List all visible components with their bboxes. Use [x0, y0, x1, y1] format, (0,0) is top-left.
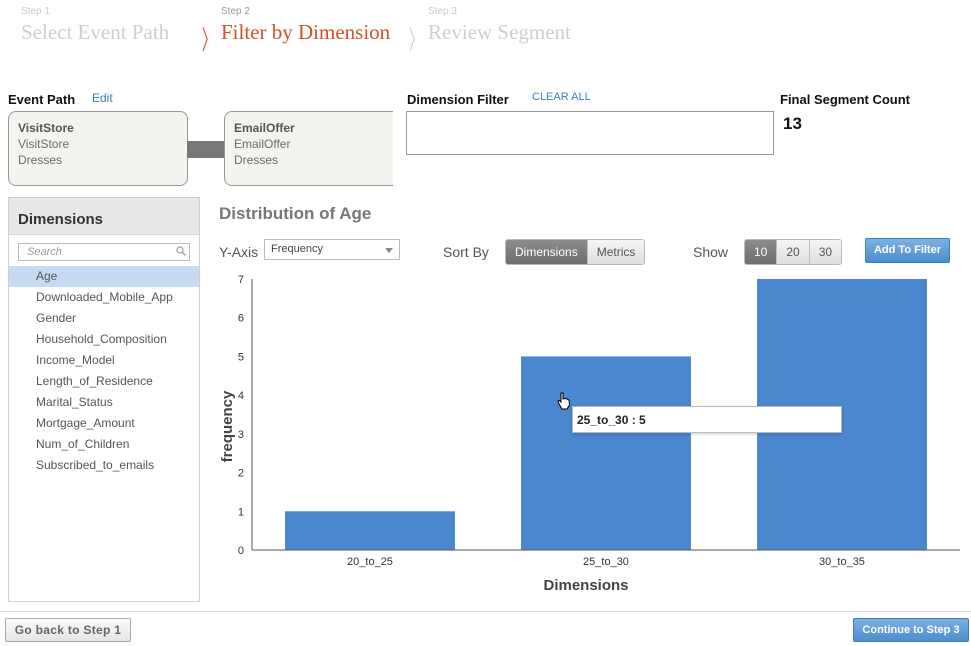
final-segment-count-label: Final Segment Count: [780, 92, 910, 107]
hand-cursor-icon: [557, 392, 571, 410]
step-2-number: Step 2: [221, 6, 250, 17]
dimensions-sidebar: Dimensions Search Age Downloaded_Mobile_A…: [8, 197, 200, 602]
event-path-edit-link[interactable]: Edit: [92, 91, 113, 105]
dimension-item[interactable]: Income_Model: [9, 350, 199, 371]
event-card-type: VisitStore: [18, 137, 70, 151]
y-tick-label: 7: [238, 274, 244, 286]
show-20-button[interactable]: 20: [776, 240, 809, 264]
y-axis-select[interactable]: Frequency: [264, 239, 400, 260]
y-tick-label: 3: [238, 429, 244, 441]
sidebar-title: Dimensions: [9, 198, 199, 235]
step-chevron-2: 〉: [408, 26, 424, 56]
sort-by-toggle: Dimensions Metrics: [505, 239, 646, 265]
search-icon[interactable]: [176, 246, 186, 256]
event-path-clip: [393, 108, 401, 190]
dimension-item[interactable]: Marital_Status: [9, 392, 199, 413]
dimension-item[interactable]: Age: [9, 266, 199, 287]
dimension-filter-label: Dimension Filter: [407, 92, 509, 107]
event-card-emailoffer[interactable]: EmailOffer EmailOffer Dresses: [224, 111, 399, 186]
event-card-category: Dresses: [234, 153, 279, 167]
dimension-search-input[interactable]: Search: [18, 243, 190, 261]
final-segment-count-value: 13: [783, 114, 802, 133]
continue-to-step-3-button[interactable]: Continue to Step 3: [853, 618, 969, 642]
x-tick-label: 30_to_35: [819, 556, 865, 568]
add-to-filter-button[interactable]: Add To Filter: [865, 238, 950, 263]
back-to-step-1-button[interactable]: Go back to Step 1: [5, 618, 131, 642]
dimension-list: Age Downloaded_Mobile_App Gender Household_…: [9, 266, 199, 476]
y-tick-label: 4: [238, 390, 244, 402]
step-2-title: Filter by Dimension: [221, 20, 391, 44]
dimension-item[interactable]: Gender: [9, 308, 199, 329]
step-3[interactable]: Step 3 Review Segment: [428, 6, 571, 45]
x-tick-label: 20_to_25: [347, 556, 393, 568]
event-path-label: Event Path: [8, 92, 76, 107]
dimension-item[interactable]: Mortgage_Amount: [9, 413, 199, 434]
step-1-title: Select Event Path: [21, 20, 170, 44]
show-count-toggle: 10 20 30: [744, 239, 843, 265]
y-tick-label: 0: [238, 545, 244, 557]
chevron-down-icon: [385, 248, 393, 253]
bar-25_to_30[interactable]: [521, 356, 691, 550]
event-card-visitstore[interactable]: VisitStore VisitStore Dresses: [8, 111, 188, 186]
sort-metrics-button[interactable]: Metrics: [586, 240, 645, 264]
sort-dimensions-button[interactable]: Dimensions: [506, 240, 587, 264]
step-1-number: Step 1: [21, 6, 50, 17]
y-tick-label: 2: [238, 468, 244, 480]
sort-by-label: Sort By: [443, 244, 489, 260]
dimension-item[interactable]: Subscribed_to_emails: [9, 455, 199, 476]
event-card-name: VisitStore: [18, 121, 74, 135]
show-label: Show: [693, 244, 729, 260]
dimension-item[interactable]: Household_Composition: [9, 329, 199, 350]
y-tick-label: 5: [238, 351, 244, 363]
event-card-category: Dresses: [18, 153, 63, 167]
event-card-type: EmailOffer: [234, 137, 291, 151]
y-tick-label: 1: [238, 506, 244, 518]
event-path-connector: [187, 141, 225, 158]
footer-divider: [0, 611, 971, 612]
bar-20_to_25[interactable]: [285, 511, 455, 550]
y-axis-title: frequency: [219, 390, 236, 462]
dimension-item[interactable]: Length_of_Residence: [9, 371, 199, 392]
step-chevron-1: 〉: [201, 26, 217, 56]
x-axis-title: Dimensions: [543, 577, 628, 594]
dimension-filter-box[interactable]: [406, 111, 774, 155]
chart-tooltip: 25_to_30 : 5: [572, 406, 842, 433]
chart-title: Distribution of Age: [219, 204, 372, 223]
clear-all-link[interactable]: CLEAR ALL: [532, 91, 591, 103]
y-axis-select-value: Frequency: [271, 243, 323, 255]
event-card-name: EmailOffer: [234, 121, 295, 135]
dimension-item[interactable]: Num_of_Children: [9, 434, 199, 455]
x-tick-label: 25_to_30: [583, 556, 629, 568]
show-10-button[interactable]: 10: [745, 240, 777, 264]
show-30-button[interactable]: 30: [808, 240, 842, 264]
y-axis-label: Y-Axis: [219, 244, 259, 260]
step-3-number: Step 3: [428, 6, 457, 17]
step-3-title: Review Segment: [428, 20, 571, 44]
step-2[interactable]: Step 2 Filter by Dimension: [221, 6, 390, 45]
y-tick-label: 6: [238, 313, 244, 325]
search-placeholder: Search: [27, 246, 62, 258]
step-1[interactable]: Step 1 Select Event Path: [21, 6, 169, 45]
dimension-item[interactable]: Downloaded_Mobile_App: [9, 287, 199, 308]
